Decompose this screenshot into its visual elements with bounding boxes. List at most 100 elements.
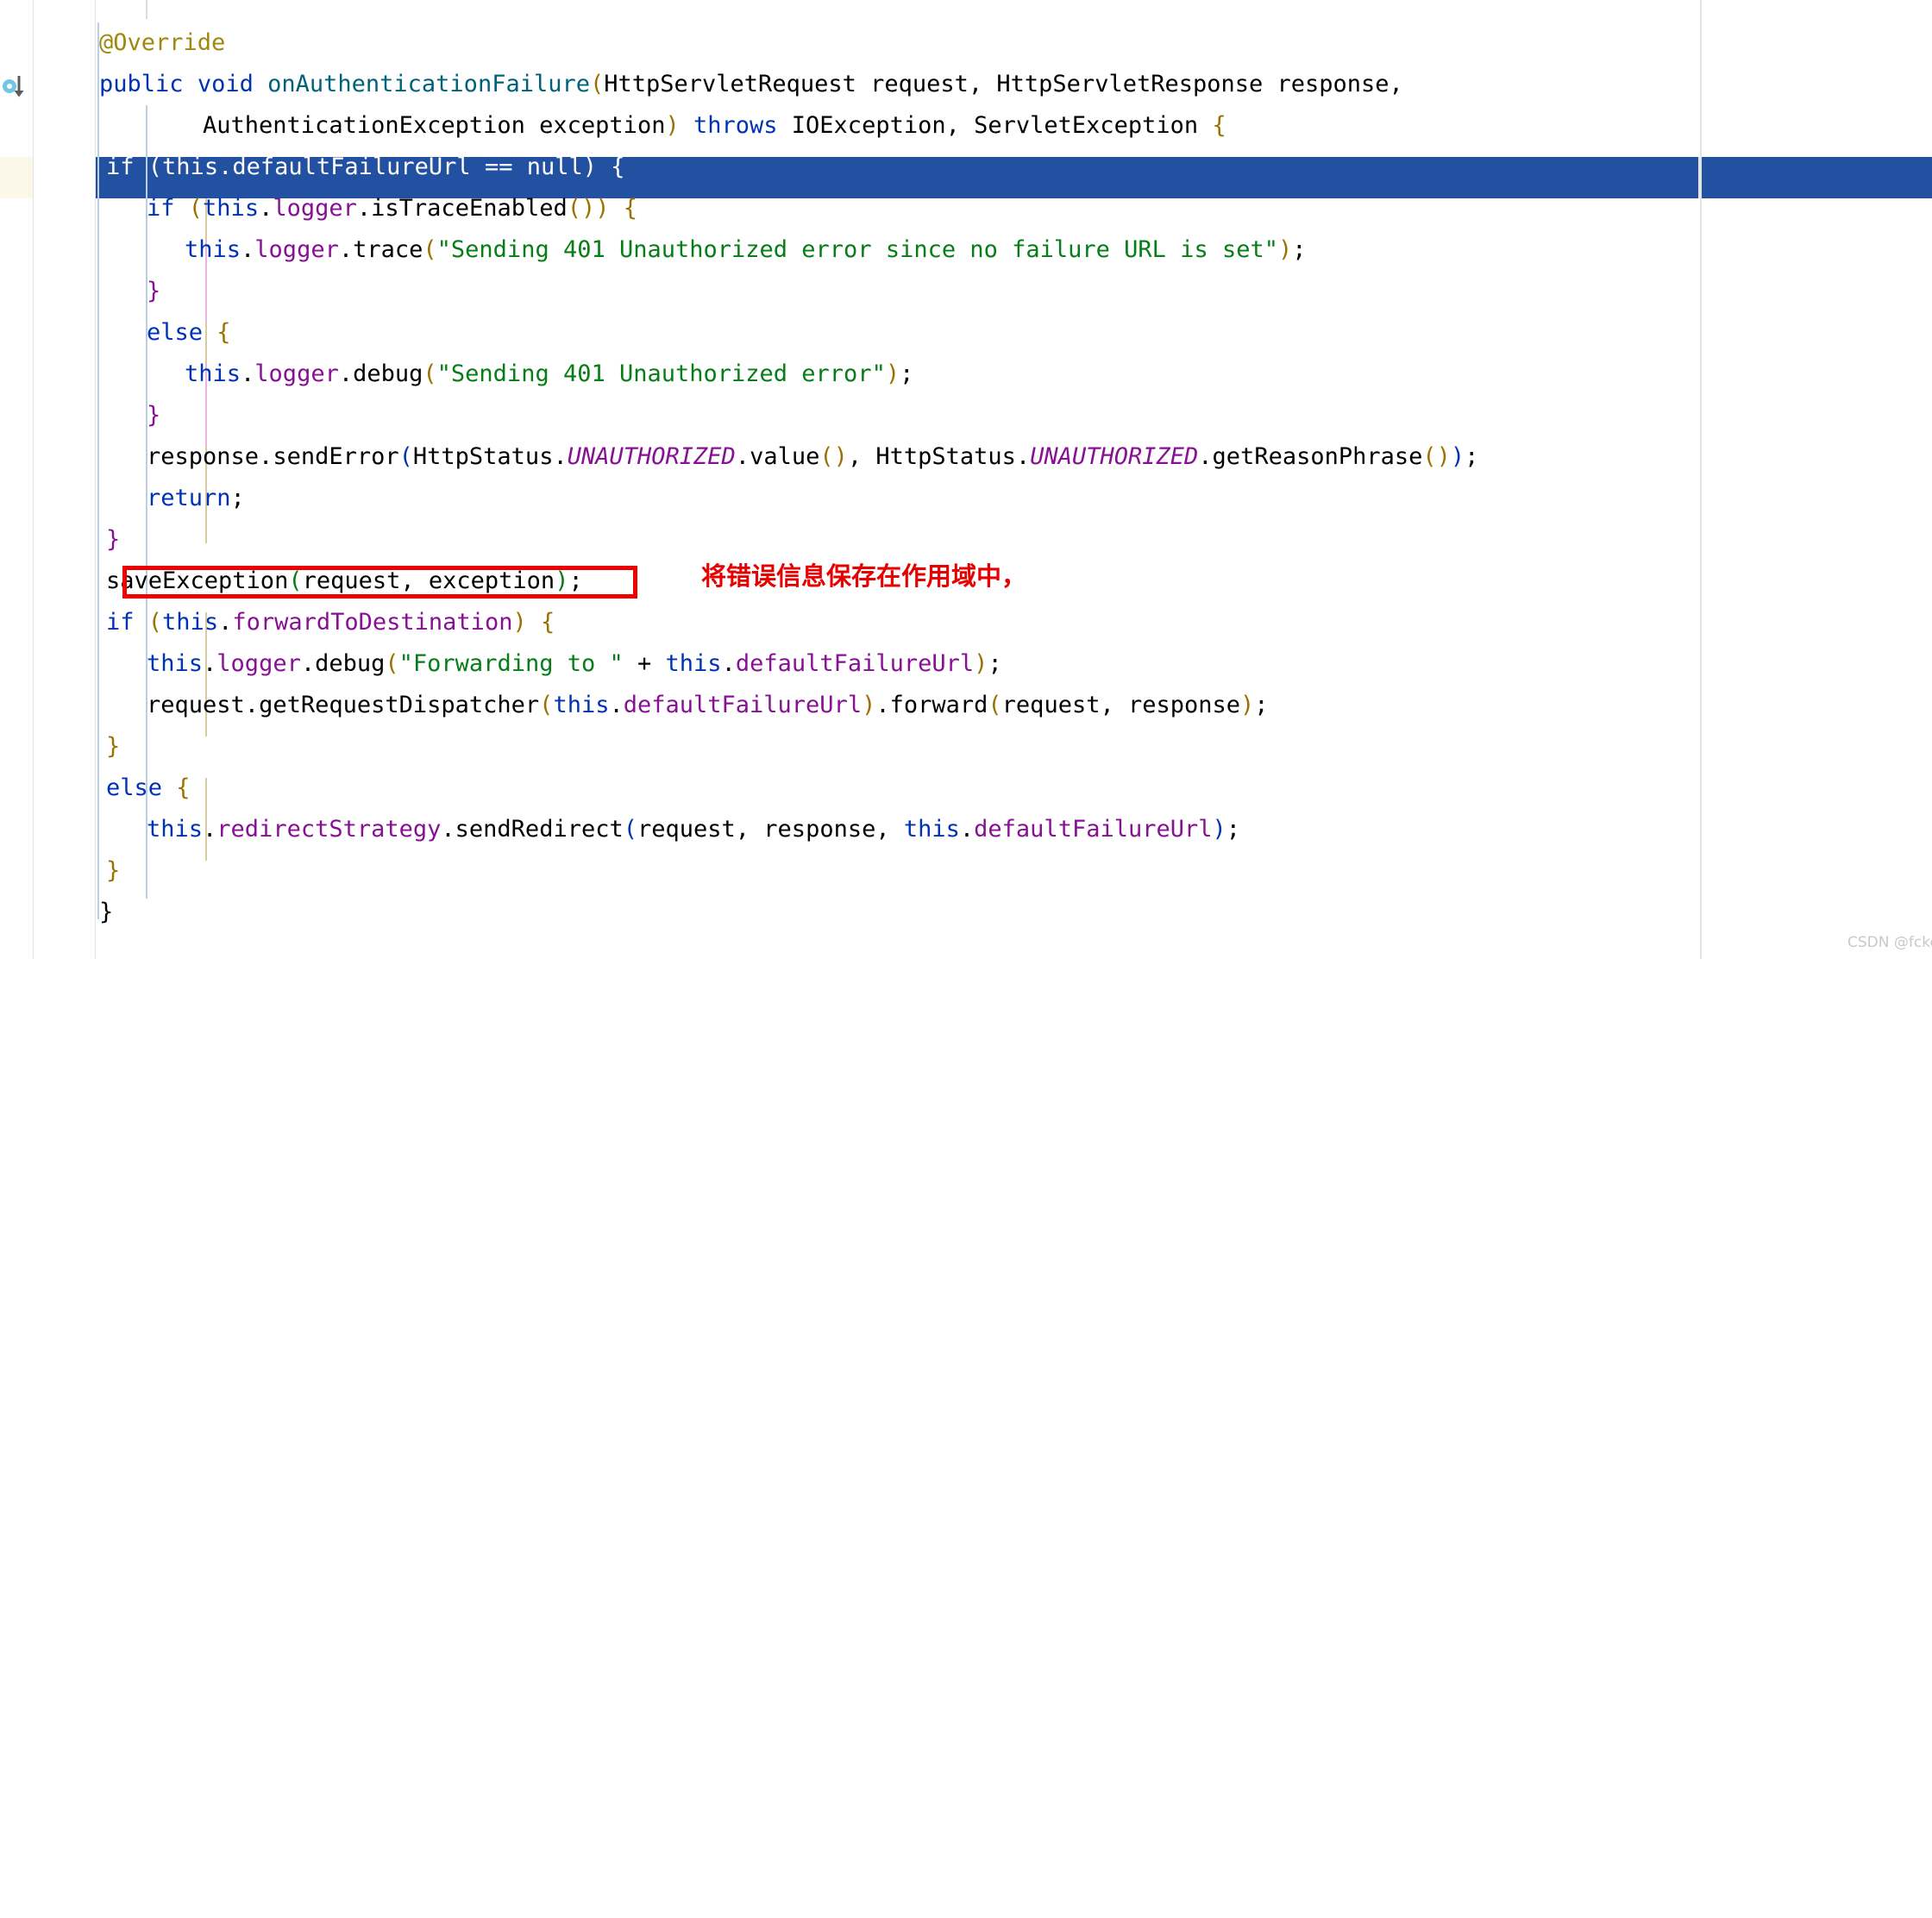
token-dot: . <box>338 236 354 263</box>
code-line[interactable]: } <box>147 271 160 312</box>
token-class-HttpStatus: HttpStatus <box>412 443 554 470</box>
code-line[interactable]: } <box>147 395 160 436</box>
token-field-defaultFailureUrl: defaultFailureUrl <box>232 154 471 180</box>
token-paren: ) <box>1212 816 1226 843</box>
token-paren: ( <box>147 609 163 636</box>
token-semicolon: ; <box>900 360 914 387</box>
token-type-request: HttpServletRequest request, HttpServletR… <box>604 71 1403 97</box>
token-field-defaultFailureUrl: defaultFailureUrl <box>974 816 1213 843</box>
code-line[interactable]: response.sendError(HttpStatus.UNAUTHORIZ… <box>147 436 1478 478</box>
token-semicolon: ; <box>1292 236 1307 263</box>
token-field-logger: logger <box>254 360 339 387</box>
token-dot: . <box>300 650 316 677</box>
token-keyword-throws: throws <box>693 112 778 139</box>
token-method-value: value <box>750 443 820 470</box>
token-brace: { <box>176 774 191 801</box>
token-throws-list: IOException, ServletException <box>777 112 1213 139</box>
token-paren: ( <box>423 236 437 263</box>
token-dot: . <box>203 650 217 677</box>
token-keyword-else: else <box>147 319 204 346</box>
token-method-sendError: sendError <box>273 443 399 470</box>
token-paren: ) <box>665 112 680 139</box>
token-brace: } <box>147 278 161 304</box>
token-paren: () <box>567 195 596 222</box>
code-line[interactable]: AuthenticationException exception) throw… <box>147 105 1226 147</box>
code-line[interactable]: this.logger.debug("Forwarding to " + thi… <box>147 643 1002 685</box>
token-keyword-this: this <box>162 609 219 636</box>
token-field-logger: logger <box>273 195 357 222</box>
token-dot: . <box>218 154 233 180</box>
token-brace: { <box>540 609 555 636</box>
token-paren: ( <box>385 650 399 677</box>
token-paren: ) <box>1277 236 1293 263</box>
token-paren: ) <box>512 609 527 636</box>
token-field-defaultFailureUrl: defaultFailureUrl <box>623 692 862 718</box>
token-var-request: request <box>147 692 245 718</box>
code-line[interactable]: } <box>106 726 120 768</box>
token-semicolon: ; <box>230 485 245 511</box>
token-keyword-this: this <box>147 650 204 677</box>
token-keyword-null: null <box>526 154 583 180</box>
token-dot: . <box>553 443 568 470</box>
token-paren: ) <box>595 195 610 222</box>
token-keyword-this: this <box>185 236 242 263</box>
token-field-forwardToDestination: forwardToDestination <box>232 609 513 636</box>
token-dot: . <box>1198 443 1213 470</box>
token-method-debug: debug <box>315 650 386 677</box>
code-line[interactable]: @Override <box>99 22 225 64</box>
token-method-name: onAuthenticationFailure <box>267 71 590 97</box>
code-line[interactable]: } <box>99 892 113 933</box>
token-brace: { <box>216 319 231 346</box>
token-dot: . <box>259 443 273 470</box>
token-operator: + <box>623 650 666 677</box>
code-line[interactable]: } <box>106 850 120 892</box>
token-var-response: response <box>147 443 260 470</box>
code-line-selected[interactable]: if (this.defaultFailureUrl == null) { <box>106 147 625 188</box>
token-field-logger: logger <box>216 650 301 677</box>
code-content[interactable]: @Override public void onAuthenticationFa… <box>0 0 1932 959</box>
token-dot: . <box>244 692 260 718</box>
code-line[interactable]: return; <box>147 478 245 519</box>
code-line[interactable]: this.logger.debug("Sending 401 Unauthori… <box>185 354 913 395</box>
code-line[interactable]: if (this.forwardToDestination) { <box>106 602 555 643</box>
token-dot: . <box>218 609 233 636</box>
code-line[interactable]: if (this.logger.isTraceEnabled()) { <box>147 188 637 229</box>
token-dot: . <box>241 236 255 263</box>
code-line[interactable]: this.redirectStrategy.sendRedirect(reque… <box>147 809 1240 850</box>
token-annotation: @Override <box>99 29 226 56</box>
token-paren: ) <box>974 650 988 677</box>
token-keyword-this: this <box>665 650 722 677</box>
token-method-getRequestDispatcher: getRequestDispatcher <box>259 692 540 718</box>
csdn-watermark: CSDN @fckey <box>1847 934 1932 951</box>
code-line[interactable]: request.getRequestDispatcher(this.defaul… <box>147 685 1269 726</box>
code-line[interactable]: else { <box>106 768 191 809</box>
code-line[interactable]: } <box>106 519 120 561</box>
code-line[interactable]: else { <box>147 312 231 354</box>
token-paren: ( <box>147 154 163 180</box>
token-dot: . <box>959 816 975 843</box>
token-keyword-this: this <box>147 816 204 843</box>
token-class-HttpStatus: HttpStatus <box>875 443 1016 470</box>
token-paren: ( <box>623 816 637 843</box>
token-const-unauthorized: UNAUTHORIZED <box>1030 443 1199 470</box>
code-editor-screenshot: @Override public void onAuthenticationFa… <box>0 0 1932 959</box>
save-exception-highlight-box <box>122 566 637 599</box>
token-keyword-public: public <box>99 71 184 97</box>
token-keyword-this: this <box>162 154 219 180</box>
code-line[interactable]: this.logger.trace("Sending 401 Unauthori… <box>185 229 1307 271</box>
token-brace: { <box>1212 112 1226 139</box>
token-method-isTraceEnabled: isTraceEnabled <box>371 195 568 222</box>
token-semicolon: ; <box>1465 443 1479 470</box>
token-keyword-if: if <box>147 195 175 222</box>
code-line[interactable]: public void onAuthenticationFailure(Http… <box>99 64 1403 105</box>
token-brace: } <box>106 526 121 553</box>
token-string-forwarding: "Forwarding to " <box>398 650 624 677</box>
token-dot: . <box>241 360 255 387</box>
token-paren: ( <box>539 692 554 718</box>
token-const-unauthorized: UNAUTHORIZED <box>567 443 736 470</box>
token-dot: . <box>356 195 372 222</box>
token-operator: == <box>470 154 527 180</box>
